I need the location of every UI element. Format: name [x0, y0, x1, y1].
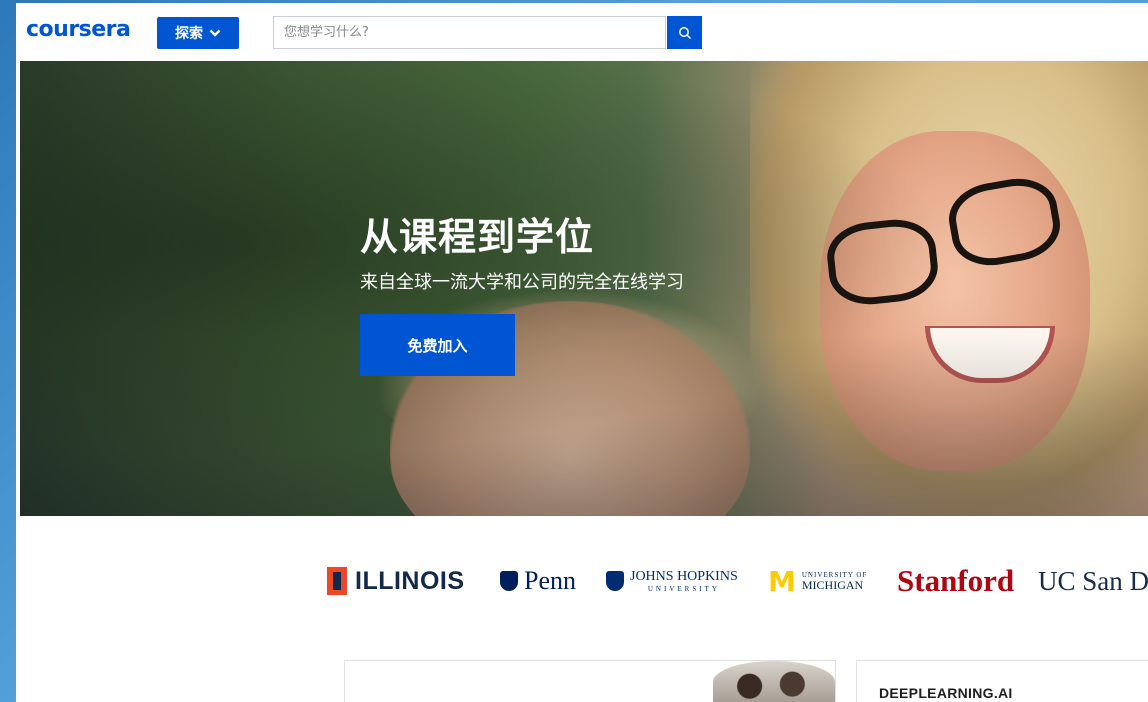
- stanford-logo[interactable]: Stanford: [897, 561, 1014, 601]
- michigan-text: UNIVERSITY OF MICHIGAN: [801, 571, 867, 592]
- illinois-block-i-icon: [327, 567, 347, 595]
- hero-banner: 从课程到学位 来自全球一流大学和公司的完全在线学习 免费加入: [20, 61, 1148, 516]
- hero-subtitle: 来自全球一流大学和公司的完全在线学习: [360, 272, 684, 293]
- coursera-logo[interactable]: coursera: [26, 17, 131, 42]
- stanford-text: Stanford: [897, 563, 1015, 598]
- card-photo: [713, 661, 835, 702]
- partner-logos: ILLINOIS Penn JOHNS HOPKINS UNIVERSITY M…: [16, 561, 1148, 601]
- ucsd-text: UC San Di: [1038, 565, 1148, 596]
- michigan-main: MICHIGAN: [801, 577, 864, 592]
- browser-window: coursera 探索 您想学习什么? 从课程到学位 来自全球一流大学和公司的完…: [16, 3, 1148, 702]
- search-input[interactable]: 您想学习什么?: [273, 16, 666, 49]
- top-header: coursera 探索 您想学习什么?: [16, 3, 1148, 61]
- search-icon: [678, 26, 691, 39]
- penn-text: Penn: [524, 566, 576, 595]
- chevron-down-icon: [209, 29, 221, 37]
- johns-hopkins-logo[interactable]: JOHNS HOPKINS UNIVERSITY: [606, 561, 738, 601]
- michigan-m-icon: M: [768, 564, 796, 598]
- illinois-logo[interactable]: ILLINOIS: [327, 561, 465, 601]
- explore-button[interactable]: 探索: [157, 17, 239, 49]
- jhu-main: JOHNS HOPKINS: [630, 568, 738, 584]
- jhu-shield-icon: [606, 571, 624, 591]
- hero-title: 从课程到学位: [360, 215, 595, 259]
- featured-card-deeplearning[interactable]: DEEPLEARNING.AI: [856, 660, 1148, 702]
- illinois-text: ILLINOIS: [355, 566, 465, 595]
- ucsd-logo[interactable]: UC San Di: [1038, 561, 1148, 601]
- penn-shield-icon: [500, 571, 518, 591]
- search-button[interactable]: [667, 16, 702, 49]
- jhu-sub: UNIVERSITY: [647, 584, 720, 593]
- explore-label: 探索: [175, 25, 203, 41]
- penn-logo[interactable]: Penn: [500, 561, 576, 601]
- join-free-button[interactable]: 免费加入: [360, 314, 515, 376]
- featured-card[interactable]: [344, 660, 836, 702]
- michigan-logo[interactable]: M UNIVERSITY OF MICHIGAN: [768, 561, 867, 601]
- card-partner-label: DEEPLEARNING.AI: [879, 685, 1013, 701]
- jhu-text: JOHNS HOPKINS UNIVERSITY: [630, 568, 738, 593]
